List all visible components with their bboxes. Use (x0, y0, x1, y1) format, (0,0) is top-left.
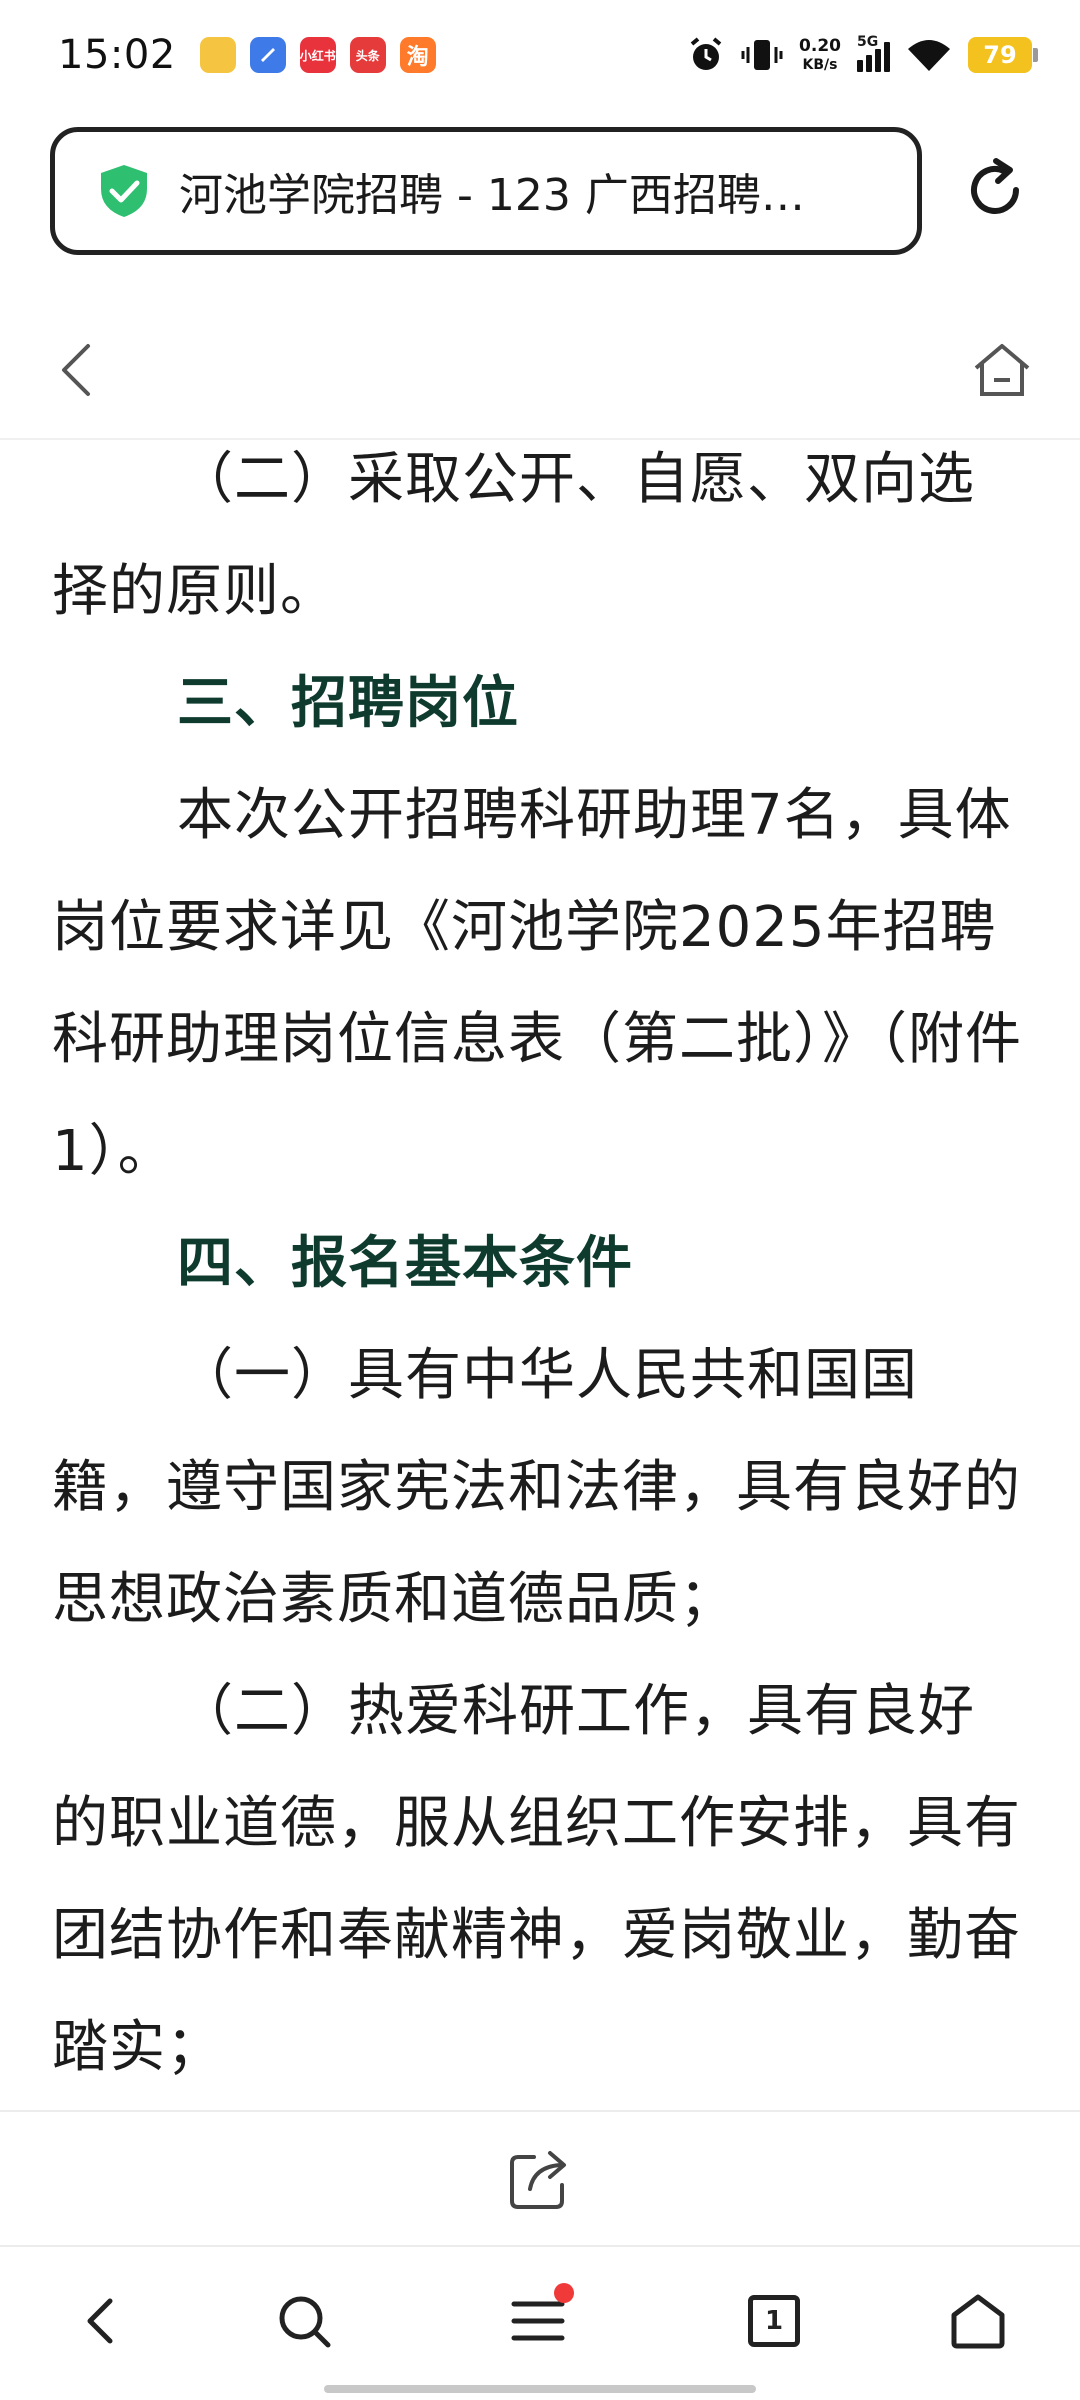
notification-dot (554, 2283, 574, 2303)
status-time: 15:02 (58, 32, 176, 78)
search-button[interactable] (272, 2289, 336, 2353)
tab-count: 1 (748, 2295, 800, 2347)
address-bar[interactable]: 河池学院招聘 - 123 广西招聘… (50, 127, 922, 255)
browser-back-button[interactable] (68, 2289, 132, 2353)
menu-button[interactable] (506, 2283, 574, 2353)
home-button[interactable] (946, 2289, 1010, 2353)
address-bar-row: 河池学院招聘 - 123 广西招聘… (0, 125, 1080, 260)
gesture-bar[interactable] (324, 2385, 756, 2393)
bottom-nav: 1 (0, 2245, 1080, 2400)
status-bar: 15:02 小红书 头条 淘 0.20 KB/s 5G 79 (0, 0, 1080, 110)
net-speed: 0.20 KB/s (799, 36, 841, 73)
article-paragraph: 本次公开招聘科研助理7名，具体岗位要求详见《河池学院2025年招聘科研助理岗位信… (52, 783, 1022, 1184)
network-gen: 5G (857, 34, 879, 50)
share-bar (0, 2110, 1080, 2245)
site-home-icon[interactable] (970, 338, 1034, 402)
net-speed-value: 0.20 (799, 36, 841, 56)
article-paragraph: （一）具有中华人民共和国国籍，遵守国家宪法和法律，具有良好的思想政治素质和道德品… (52, 1343, 1021, 1632)
section-heading: 三、招聘岗位 (177, 671, 519, 736)
reload-icon[interactable] (960, 155, 1030, 225)
shield-check-icon (101, 165, 147, 217)
section-heading: 四、报名基本条件 (177, 1231, 633, 1296)
status-left: 15:02 小红书 头条 淘 (58, 32, 436, 78)
tabs-button[interactable]: 1 (742, 2289, 806, 2353)
wifi-icon (908, 40, 950, 71)
notes-app-icon (199, 37, 236, 73)
taobao-app-icon: 淘 (399, 37, 436, 73)
menu-icon (511, 2301, 565, 2341)
xiaohongshu-app-icon: 小红书 (299, 37, 336, 73)
battery-indicator: 79 (968, 37, 1038, 73)
vibrate-icon (741, 40, 783, 70)
home-icon (951, 2294, 1005, 2349)
share-icon[interactable] (504, 2143, 576, 2215)
back-arrow-icon (87, 2298, 113, 2344)
search-icon (279, 2296, 331, 2348)
article-paragraph: （二）热爱科研工作，具有良好的职业道德，服从组织工作安排，具有团结协作和奉献精神… (52, 1679, 1021, 2080)
page-nav-row (0, 300, 1080, 440)
blue-app-icon (249, 37, 286, 73)
net-speed-unit: KB/s (802, 57, 838, 73)
status-right: 0.20 KB/s 5G 79 (687, 34, 1038, 74)
back-chevron-icon[interactable] (52, 340, 100, 400)
toutiao-app-icon: 头条 (349, 37, 386, 73)
page-title: 河池学院招聘 - 123 广西招聘… (179, 170, 805, 221)
alarm-icon (690, 37, 722, 70)
article-paragraph: （二）采取公开、自愿、双向选择的原则。 (52, 447, 975, 624)
article-content: （二）采取公开、自愿、双向选择的原则。 三、招聘岗位 本次公开招聘科研助理7名，… (0, 440, 1080, 2110)
signal-icon: 5G (857, 34, 890, 72)
battery-level: 79 (983, 41, 1017, 69)
